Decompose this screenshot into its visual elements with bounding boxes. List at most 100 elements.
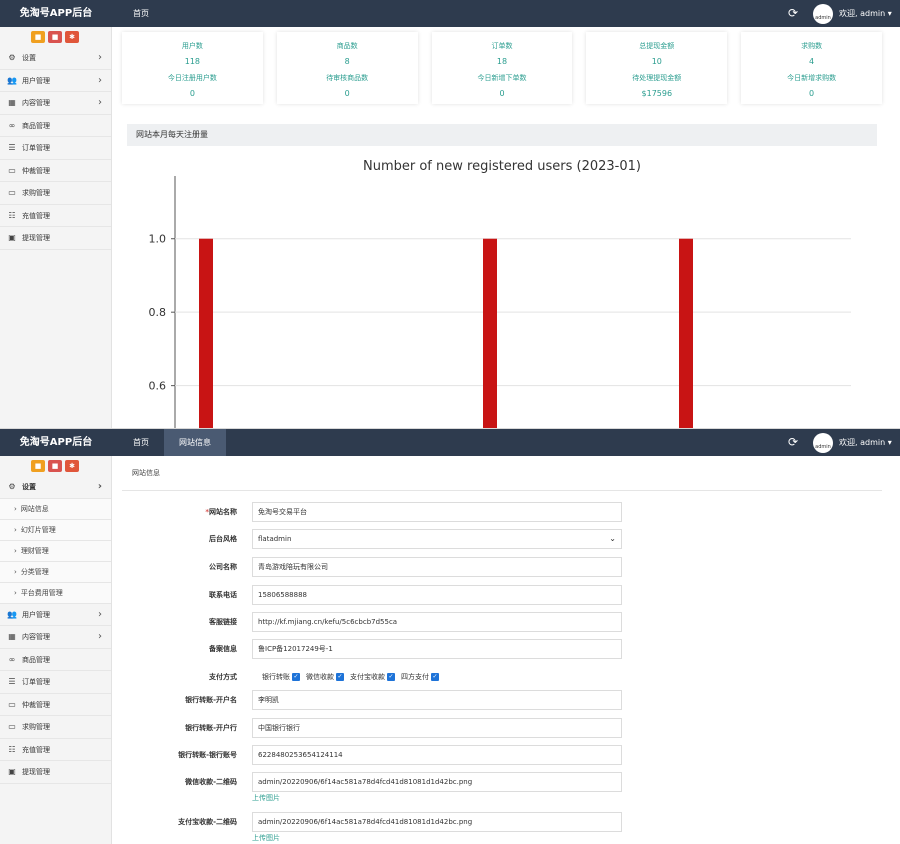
sidebar-item[interactable]: ▣ 提现管理 bbox=[0, 761, 111, 784]
brand-logo[interactable]: 免淘号APP后台 bbox=[0, 0, 112, 27]
sidebar-item-label: 提现管理 bbox=[22, 768, 50, 776]
brand-logo[interactable]: 免淘号APP后台 bbox=[0, 429, 112, 456]
bar bbox=[199, 238, 213, 428]
bank-name-input[interactable] bbox=[252, 690, 622, 710]
form-row-service-link: 客服链接 bbox=[122, 612, 882, 632]
section-title: 网站信息 bbox=[132, 469, 160, 477]
tool-button-orange[interactable]: ■ bbox=[31, 31, 45, 43]
sidebar-item[interactable]: ∞ 商品管理 bbox=[0, 115, 111, 137]
sidebar-item[interactable]: ▦ 内容管理 › bbox=[0, 626, 111, 649]
bank-branch-input[interactable] bbox=[252, 718, 622, 738]
submenu-item[interactable]: 分类管理 bbox=[0, 561, 111, 583]
submenu-item[interactable]: 幻灯片管理 bbox=[0, 519, 111, 541]
stat-value: 8 bbox=[344, 57, 350, 66]
chevron-down-icon: ⌄ bbox=[609, 534, 616, 543]
submenu-item[interactable]: 网站信息 bbox=[0, 498, 111, 520]
stat-value: 118 bbox=[184, 57, 201, 66]
checkbox-alipay[interactable]: 支付宝收款 ✓ bbox=[350, 667, 395, 687]
sidebar-item[interactable]: ▭ 仲裁管理 bbox=[0, 694, 111, 716]
alipay-qr-input[interactable] bbox=[252, 812, 622, 832]
bar bbox=[483, 238, 497, 428]
chevron-right-icon: › bbox=[98, 608, 102, 620]
submenu-item[interactable]: 理财管理 bbox=[0, 540, 111, 562]
sidebar-item[interactable]: 👥 用户管理 › bbox=[0, 604, 111, 626]
wechat-qr-input[interactable] bbox=[252, 772, 622, 792]
sidebar-item-label: 仲裁管理 bbox=[22, 700, 50, 709]
sidebar-item[interactable]: ☰ 订单管理 bbox=[0, 671, 111, 694]
sidebar-item-settings[interactable]: ⚙ 设置 › bbox=[0, 476, 111, 499]
form-row-alipay-qr: 支付宝收款-二维码 上传图片 bbox=[122, 812, 882, 842]
registrations-bar-chart: Number of new registered users (2023-01)… bbox=[149, 159, 851, 428]
chart-panel: 网站本月每天注册量 Number of new registered users… bbox=[127, 124, 877, 428]
chart-panel-title: 网站本月每天注册量 bbox=[127, 124, 877, 146]
checkbox-bank-transfer[interactable]: 银行转账 ✓ bbox=[262, 667, 300, 687]
checkmark-icon: ✓ bbox=[292, 673, 300, 681]
menu-icon: ∞ bbox=[8, 120, 16, 130]
menu-icon: ☰ bbox=[8, 143, 16, 152]
menu-icon: 👥 bbox=[7, 609, 17, 619]
section-divider bbox=[122, 490, 882, 491]
sidebar-item[interactable]: ⚙ 设置 › bbox=[0, 47, 111, 70]
refresh-icon[interactable]: ⟳ bbox=[786, 435, 800, 449]
tool-button-settings[interactable]: ✱ bbox=[65, 460, 79, 472]
stat-cards: 用户数 118 今日注册用户数 0 商品数 8 待审核商品数 0 订单数 18 今日新增下单数 0 总提… bbox=[122, 32, 882, 104]
nav-tabs: 首页 网站信息 bbox=[118, 429, 226, 456]
sidebar-item[interactable]: ▦ 内容管理 › bbox=[0, 92, 111, 115]
sidebar-item[interactable]: ▭ 仲裁管理 bbox=[0, 160, 111, 182]
site-name-input[interactable] bbox=[252, 502, 622, 522]
tool-button-orange[interactable]: ■ bbox=[31, 460, 45, 472]
sidebar-item-label: 内容管理 bbox=[22, 99, 50, 107]
sidebar-item[interactable]: ☷ 充值管理 bbox=[0, 739, 111, 761]
tab-home[interactable]: 首页 bbox=[118, 429, 164, 456]
service-link-input[interactable] bbox=[252, 612, 622, 632]
form-row-wechat-qr: 微信收款-二维码 上传图片 bbox=[122, 772, 882, 802]
form-row-phone: 联系电话 bbox=[122, 585, 882, 605]
menu-icon: ☷ bbox=[8, 210, 16, 220]
sidebar-item[interactable]: ∞ 商品管理 bbox=[0, 649, 111, 671]
company-input[interactable] bbox=[252, 557, 622, 577]
checkbox-four-party[interactable]: 四方支付 ✓ bbox=[401, 667, 439, 687]
stat-subvalue: $17596 bbox=[641, 89, 673, 98]
tool-button-settings[interactable]: ✱ bbox=[65, 31, 79, 43]
sidebar-item[interactable]: ☷ 充值管理 bbox=[0, 205, 111, 227]
checkbox-wechat[interactable]: 微信收款 ✓ bbox=[306, 667, 344, 687]
bank-name-label: 银行转账-开户名 bbox=[185, 696, 237, 704]
menu-icon: 👥 bbox=[7, 75, 17, 85]
menu-icon: ▦ bbox=[8, 632, 16, 641]
icp-input[interactable] bbox=[252, 639, 622, 659]
sidebar-item-label: 充值管理 bbox=[22, 211, 50, 220]
sidebar-item[interactable]: ▭ 求购管理 bbox=[0, 716, 111, 739]
form-row-bank-branch: 银行转账-开户行 bbox=[122, 718, 882, 738]
user-menu-dropdown[interactable]: 欢迎, admin ▾ bbox=[839, 0, 892, 27]
y-tick-label: 0.8 bbox=[149, 306, 167, 319]
stat-subtitle: 待审核商品数 bbox=[326, 74, 369, 82]
avatar[interactable]: admin bbox=[813, 433, 833, 453]
sidebar-item[interactable]: 👥 用户管理 › bbox=[0, 70, 111, 92]
bank-branch-label: 银行转账-开户行 bbox=[185, 724, 237, 732]
theme-label: 后台风格 bbox=[209, 535, 237, 543]
sidebar-item-label: 用户管理 bbox=[22, 610, 50, 619]
tool-button-delete[interactable]: ■ bbox=[48, 460, 62, 472]
site-info-content: 网站信息 *网站名称 后台风格 flatadmin ⌄ 公司名称 联系电话 客服… bbox=[122, 456, 882, 844]
sidebar-item[interactable]: ▭ 求购管理 bbox=[0, 182, 111, 205]
menu-icon: ▭ bbox=[8, 722, 16, 731]
chevron-right-icon: › bbox=[98, 52, 102, 63]
wechat-qr-upload-link[interactable]: 上传图片 bbox=[252, 793, 280, 803]
theme-select[interactable]: flatadmin ⌄ bbox=[252, 529, 622, 549]
payment-checkboxes: 银行转账 ✓ 微信收款 ✓ 支付宝收款 ✓ 四方支付 ✓ bbox=[262, 667, 439, 687]
tab-home[interactable]: 首页 bbox=[118, 0, 164, 27]
tab-site-info[interactable]: 网站信息 bbox=[164, 429, 226, 456]
sidebar-item[interactable]: ☰ 订单管理 bbox=[0, 137, 111, 160]
sidebar-item[interactable]: ▣ 提现管理 bbox=[0, 227, 111, 250]
submenu-item[interactable]: 平台费用管理 bbox=[0, 582, 111, 604]
refresh-icon[interactable]: ⟳ bbox=[786, 6, 800, 20]
tool-button-delete[interactable]: ■ bbox=[48, 31, 62, 43]
avatar[interactable]: admin bbox=[813, 4, 833, 24]
alipay-qr-upload-link[interactable]: 上传图片 bbox=[252, 833, 280, 843]
phone-input[interactable] bbox=[252, 585, 622, 605]
user-menu-dropdown[interactable]: 欢迎, admin ▾ bbox=[839, 429, 892, 456]
bank-account-input[interactable] bbox=[252, 745, 622, 765]
sidebar-item-label: 求购管理 bbox=[22, 189, 50, 197]
sidebar-item-label: 商品管理 bbox=[22, 121, 50, 130]
bar bbox=[679, 238, 693, 428]
